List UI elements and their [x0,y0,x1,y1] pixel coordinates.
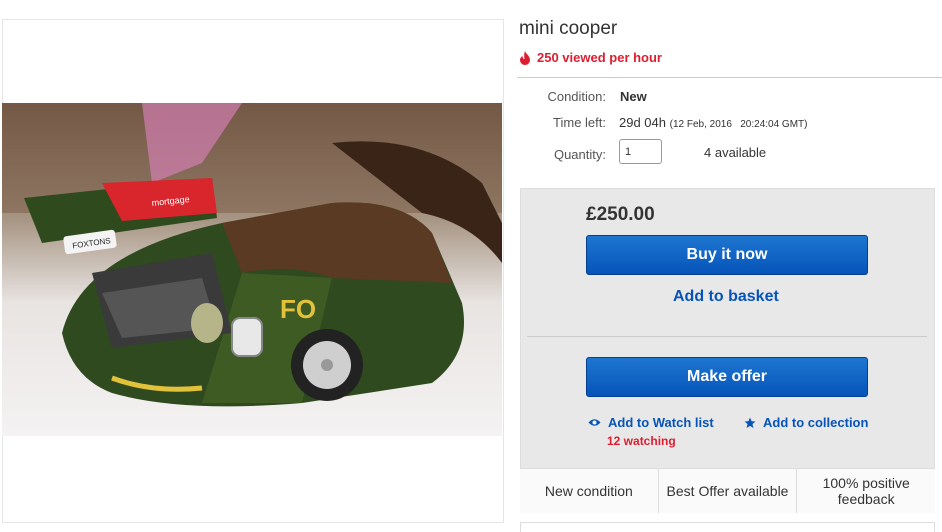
time-left-label: Time left: [553,115,606,130]
time-left-value: 29d 04h (12 Feb, 2016 20:24:04 GMT) [619,115,807,130]
watching-count: 12 watching [607,434,676,448]
svg-text:FO: FO [280,294,316,324]
add-to-watch-list-link[interactable]: Add to Watch list [588,415,714,430]
condition-value: New [620,89,647,104]
make-offer-button[interactable]: Make offer [586,357,868,397]
eye-icon [588,419,601,426]
product-photo[interactable]: mortgage FOXTONS FO [2,103,502,436]
time-left-duration: 29d 04h [619,115,666,130]
collection-label: Add to collection [763,415,869,430]
features-row: New condition Best Offer available 100% … [520,468,935,513]
condition-label: Condition: [547,89,606,104]
price: £250.00 [586,204,655,225]
feature-positive-feedback: 100% positive feedback [822,475,910,507]
flame-icon [520,50,530,65]
star-icon [744,417,756,428]
views-indicator: 250 viewed per hour [519,50,662,65]
listing-title: mini cooper [519,18,618,39]
quantity-input[interactable] [619,139,662,164]
quantity-label: Quantity: [553,147,606,162]
watch-list-label: Add to Watch list [608,415,714,430]
time-end: (12 Feb, 2016 20:24:04 GMT) [669,119,808,130]
add-to-collection-link[interactable]: Add to collection [744,415,868,430]
add-to-basket-link[interactable]: Add to basket [673,288,779,306]
views-text: 250 viewed per hour [537,50,662,65]
feature-new-condition: New condition [520,469,659,513]
feature-best-offer: Best Offer available [659,469,798,513]
available-count: 4 available [704,145,767,160]
buy-box-divider [527,336,927,337]
next-section-box [520,522,935,532]
divider [517,77,942,78]
buy-it-now-button[interactable]: Buy it now [586,235,868,275]
